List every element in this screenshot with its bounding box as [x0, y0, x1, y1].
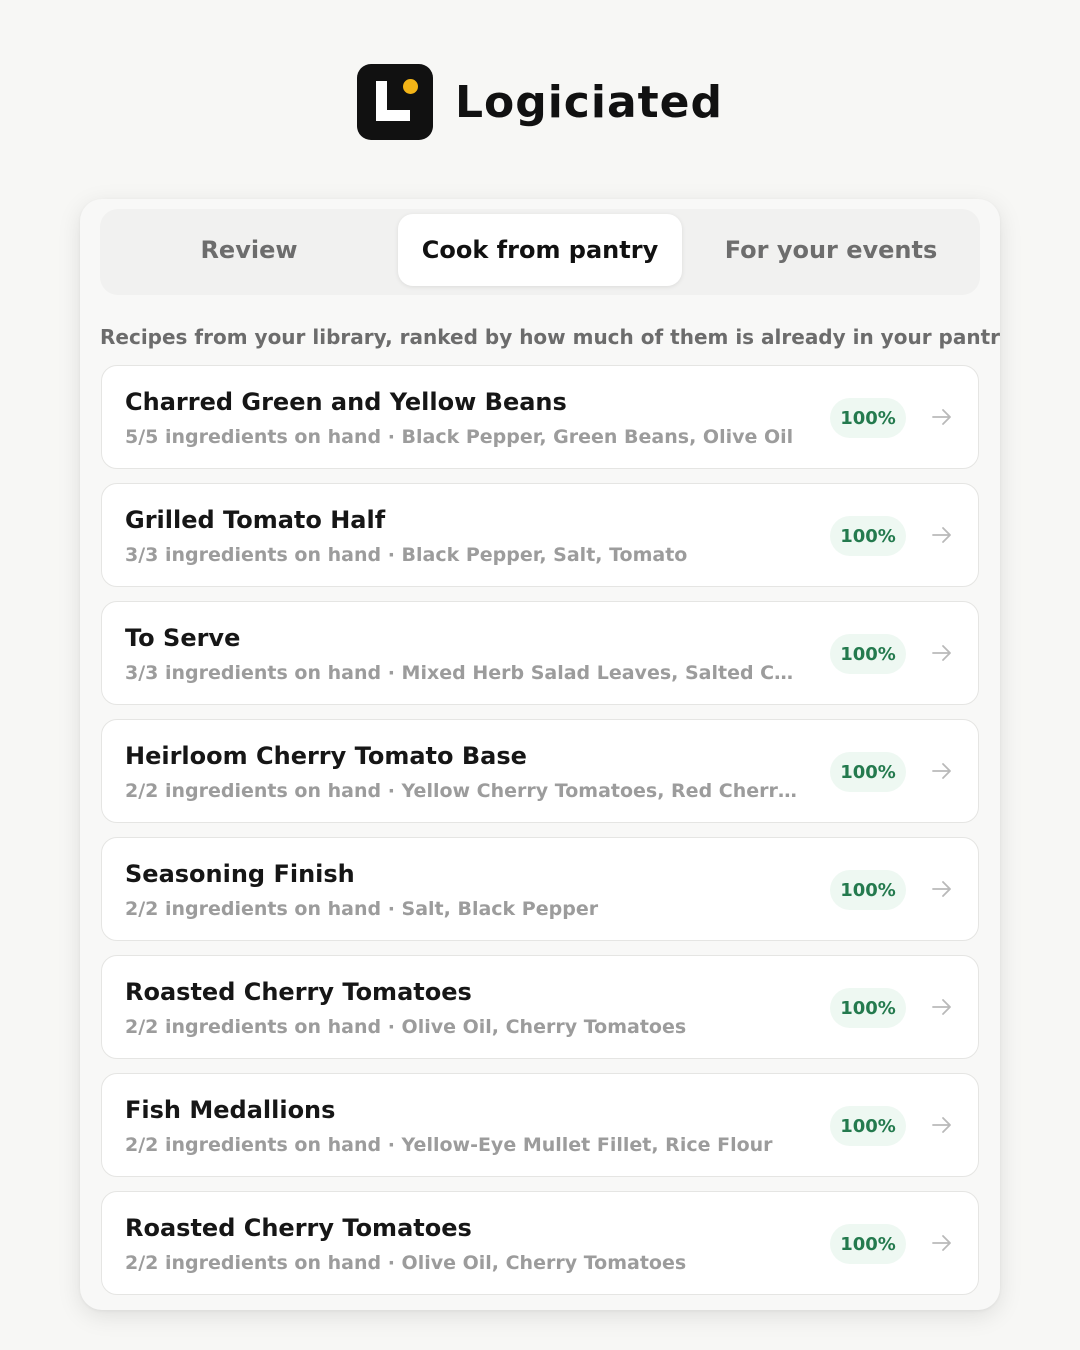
panel-description: Recipes from your library, ranked by how…: [100, 325, 1000, 349]
recipe-row[interactable]: Roasted Cherry Tomatoes 2/2 ingredients …: [101, 1191, 979, 1295]
arrow-right-icon[interactable]: [931, 524, 953, 546]
arrow-right-icon[interactable]: [931, 1232, 953, 1254]
recipe-ingredients-summary: 5/5 ingredients on hand · Black Pepper, …: [125, 426, 794, 448]
recipe-row[interactable]: Grilled Tomato Half 3/3 ingredients on h…: [101, 483, 979, 587]
arrow-right-icon[interactable]: [931, 642, 953, 664]
tab-cook-from-pantry[interactable]: Cook from pantry: [398, 214, 682, 286]
match-percent-badge: 100%: [830, 398, 906, 438]
recipe-row[interactable]: To Serve 3/3 ingredients on hand · Mixed…: [101, 601, 979, 705]
recipe-row[interactable]: Charred Green and Yellow Beans 5/5 ingre…: [101, 365, 979, 469]
logo-dot: [402, 79, 418, 94]
recipe-title: Heirloom Cherry Tomato Base: [125, 742, 527, 770]
recipe-ingredients-summary: 2/2 ingredients on hand · Yellow Cherry …: [125, 780, 805, 802]
match-percent-badge: 100%: [830, 1106, 906, 1146]
tab-bar: Review Cook from pantry For your events: [100, 209, 980, 295]
arrow-right-icon[interactable]: [931, 878, 953, 900]
recipe-ingredients-summary: 2/2 ingredients on hand · Yellow-Eye Mul…: [125, 1134, 773, 1156]
match-percent-badge: 100%: [830, 1224, 906, 1264]
recipe-title: Charred Green and Yellow Beans: [125, 388, 567, 416]
recipe-title: Seasoning Finish: [125, 860, 355, 888]
arrow-right-icon[interactable]: [931, 406, 953, 428]
logo-l-mark-icon: [356, 64, 433, 140]
recipe-row[interactable]: Seasoning Finish 2/2 ingredients on hand…: [101, 837, 979, 941]
recipe-title: Roasted Cherry Tomatoes: [125, 978, 472, 1006]
match-percent-badge: 100%: [830, 516, 906, 556]
tab-for-your-events[interactable]: For your events: [688, 214, 974, 286]
match-percent-badge: 100%: [830, 752, 906, 792]
arrow-right-icon[interactable]: [931, 996, 953, 1018]
arrow-right-icon[interactable]: [931, 1114, 953, 1136]
brand-header: Logiciated: [0, 64, 1080, 140]
recipe-title: To Serve: [125, 624, 241, 652]
recipe-ingredients-summary: 2/2 ingredients on hand · Olive Oil, Che…: [125, 1016, 687, 1038]
pantry-panel: Review Cook from pantry For your events …: [80, 199, 1000, 1310]
recipe-ingredients-summary: 3/3 ingredients on hand · Black Pepper, …: [125, 544, 688, 566]
recipe-row[interactable]: Heirloom Cherry Tomato Base 2/2 ingredie…: [101, 719, 979, 823]
recipe-ingredients-summary: 2/2 ingredients on hand · Olive Oil, Che…: [125, 1252, 687, 1274]
recipe-row[interactable]: Fish Medallions 2/2 ingredients on hand …: [101, 1073, 979, 1177]
match-percent-badge: 100%: [830, 988, 906, 1028]
recipe-ingredients-summary: 2/2 ingredients on hand · Salt, Black Pe…: [125, 898, 599, 920]
recipe-row[interactable]: Roasted Cherry Tomatoes 2/2 ingredients …: [101, 955, 979, 1059]
recipe-ingredients-summary: 3/3 ingredients on hand · Mixed Herb Sal…: [125, 662, 805, 684]
recipe-list: Charred Green and Yellow Beans 5/5 ingre…: [101, 365, 979, 1309]
match-percent-badge: 100%: [830, 634, 906, 674]
arrow-right-icon[interactable]: [931, 760, 953, 782]
brand-name: Logiciated: [454, 76, 724, 128]
match-percent-badge: 100%: [830, 870, 906, 910]
tab-review[interactable]: Review: [106, 214, 392, 286]
recipe-title: Fish Medallions: [125, 1096, 336, 1124]
recipe-title: Grilled Tomato Half: [125, 506, 386, 534]
recipe-title: Roasted Cherry Tomatoes: [125, 1214, 472, 1242]
